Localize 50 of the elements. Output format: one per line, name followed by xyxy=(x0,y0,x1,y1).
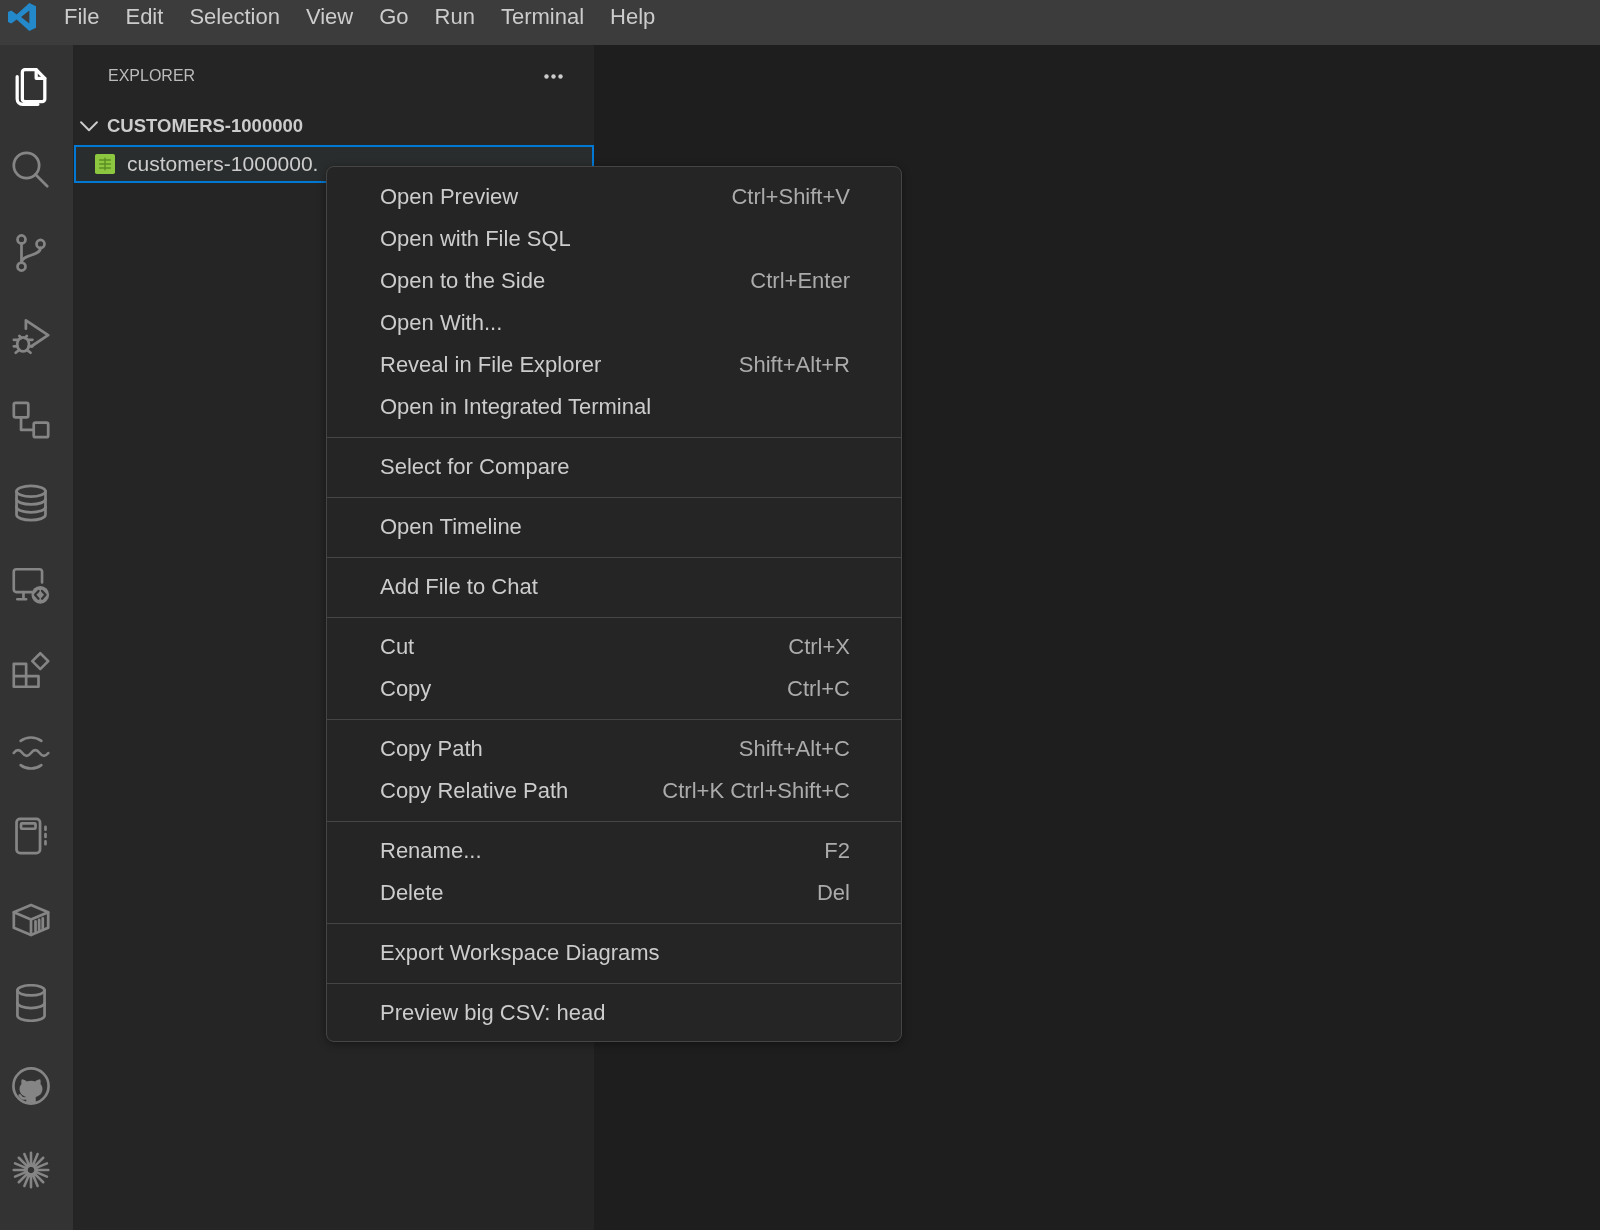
menu-item[interactable]: Reveal in File Explorer xyxy=(380,352,602,378)
burst-icon[interactable] xyxy=(12,1150,50,1189)
shortcut-label: Ctrl+Enter xyxy=(750,268,850,294)
menu-bar-item[interactable]: Run xyxy=(421,0,488,33)
more-icon[interactable] xyxy=(544,73,563,79)
database-icon[interactable] xyxy=(12,484,50,523)
menu-bar-item[interactable]: Terminal xyxy=(487,0,598,33)
menu-item[interactable]: Open Timeline xyxy=(380,514,522,540)
extensions-icon[interactable] xyxy=(12,650,50,689)
menu-bar-item[interactable]: Help xyxy=(597,0,669,33)
menu-item[interactable]: Preview big CSV: head xyxy=(380,1000,606,1026)
folder-tree-row[interactable]: CUSTOMERS-1000000 xyxy=(73,107,594,145)
shortcut-label: Del xyxy=(817,880,850,906)
cat-circle-icon[interactable] xyxy=(12,1067,50,1106)
app-logo-icon xyxy=(8,3,36,31)
table-file-icon xyxy=(95,154,115,174)
menu-bar-item[interactable]: Go xyxy=(366,0,422,33)
menu-item[interactable]: Cut xyxy=(380,634,415,660)
menu-item[interactable]: Delete xyxy=(380,880,444,906)
notebook-icon[interactable] xyxy=(12,817,50,856)
menu-item[interactable]: Open Preview xyxy=(380,184,519,210)
menu-item[interactable]: Open in Integrated Terminal xyxy=(380,394,652,420)
shortcut-label: Ctrl+X xyxy=(788,634,850,660)
menu-item[interactable]: Add File to Chat xyxy=(380,574,538,600)
monitor-chevrons-icon[interactable] xyxy=(12,567,50,606)
menu-bar-item[interactable]: View xyxy=(292,0,367,33)
shortcut-label: Ctrl+K Ctrl+Shift+C xyxy=(662,778,850,804)
shortcut-label: Shift+Alt+R xyxy=(738,352,850,378)
shortcut-label: Shift+Alt+C xyxy=(738,736,850,762)
menu-item[interactable]: Rename... xyxy=(380,838,482,864)
menu-bar-item[interactable]: Selection xyxy=(176,0,293,33)
menu-item[interactable]: Open With... xyxy=(380,310,503,336)
menu-item[interactable]: Export Workspace Diagrams xyxy=(380,940,660,966)
menu-item[interactable]: Copy Relative Path xyxy=(380,778,569,804)
menu-bar-item[interactable]: Edit xyxy=(112,0,177,33)
play-bug-icon[interactable] xyxy=(12,317,50,356)
panel-title: EXPLORER xyxy=(108,67,196,85)
shortcut-label: F2 xyxy=(824,838,850,864)
search-icon[interactable] xyxy=(12,150,50,189)
menu-item[interactable]: Copy xyxy=(380,676,432,702)
file-name: customers-1000000. xyxy=(127,152,319,176)
menu-item[interactable]: Copy Path xyxy=(380,736,483,762)
menu-bar-item[interactable]: File xyxy=(51,0,113,33)
wave-icon[interactable] xyxy=(12,734,50,772)
shortcut-label: Ctrl+Shift+V xyxy=(731,184,850,210)
menu-item[interactable]: Open to the Side xyxy=(380,268,546,294)
menu-item[interactable]: Select for Compare xyxy=(380,454,570,480)
menu-item[interactable]: Open with File SQL xyxy=(380,226,571,252)
shortcut-label: Ctrl+C xyxy=(787,676,850,702)
linked-squares-icon[interactable] xyxy=(12,400,50,439)
